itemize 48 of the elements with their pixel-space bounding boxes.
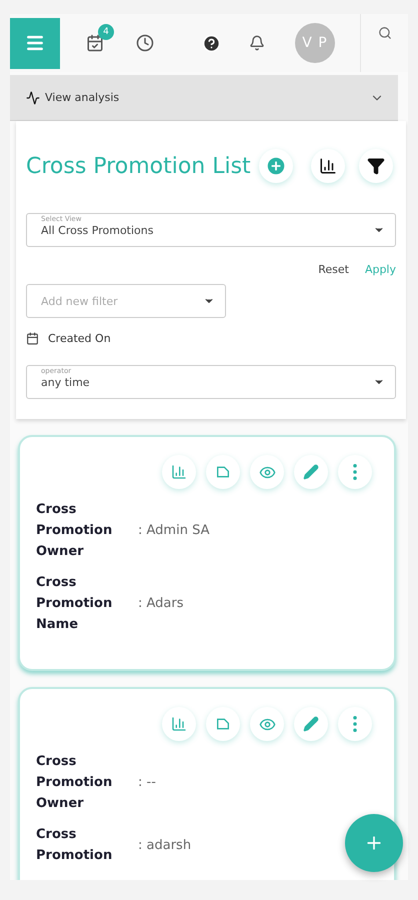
filter-label: Created On — [48, 332, 111, 345]
plus-icon — [264, 155, 287, 177]
filter-button[interactable] — [358, 149, 393, 183]
bar-chart-icon — [171, 716, 187, 732]
clock-icon — [136, 34, 154, 52]
menu-icon — [25, 33, 45, 53]
edit-button[interactable] — [294, 455, 328, 489]
field-value: : adarsh — [138, 838, 192, 852]
more-icon — [353, 464, 357, 480]
page-title: Cross Promotion List — [26, 154, 251, 178]
edit-button[interactable] — [294, 707, 328, 741]
view-button[interactable] — [250, 455, 284, 489]
view-analysis-bar[interactable]: View analysis — [10, 75, 398, 121]
more-button[interactable] — [338, 707, 372, 741]
view-button[interactable] — [250, 707, 284, 741]
field-label: Cross Promotion Owner — [36, 501, 114, 561]
search-icon — [378, 26, 392, 40]
pencil-icon — [303, 464, 319, 480]
menu-button[interactable] — [10, 18, 60, 68]
trend-line-icon — [26, 90, 40, 104]
checklist-icon — [86, 34, 104, 52]
field-label: Cross Promotion Name — [36, 574, 114, 634]
calendar-icon — [26, 332, 39, 345]
filter-icon — [366, 157, 385, 175]
task-button[interactable] — [86, 34, 104, 52]
field-value: : Adars — [138, 596, 184, 611]
clock-button[interactable] — [136, 34, 154, 52]
field-value: : Admin SA — [138, 523, 210, 538]
pencil-icon — [303, 716, 319, 732]
help-button[interactable] — [202, 34, 221, 52]
field-value: : -- — [138, 775, 156, 790]
bell-icon — [249, 35, 265, 51]
bar-chart-icon — [171, 464, 187, 480]
field-label: Cross Promotion — [36, 826, 114, 865]
note-button[interactable] — [206, 707, 240, 741]
more-icon — [353, 716, 357, 732]
more-button[interactable] — [338, 455, 372, 489]
bar-chart-icon — [318, 157, 337, 175]
add-button[interactable] — [258, 149, 293, 183]
notification-button[interactable] — [249, 35, 265, 51]
chart-button[interactable] — [310, 149, 345, 183]
reset-link[interactable]: Reset — [318, 263, 349, 276]
note-button[interactable] — [206, 455, 240, 489]
document-icon — [215, 716, 231, 732]
field-label: Cross Promotion Owner — [36, 753, 114, 813]
count-badge: 4 — [98, 24, 114, 40]
help-icon — [202, 34, 221, 52]
document-icon — [215, 464, 231, 480]
